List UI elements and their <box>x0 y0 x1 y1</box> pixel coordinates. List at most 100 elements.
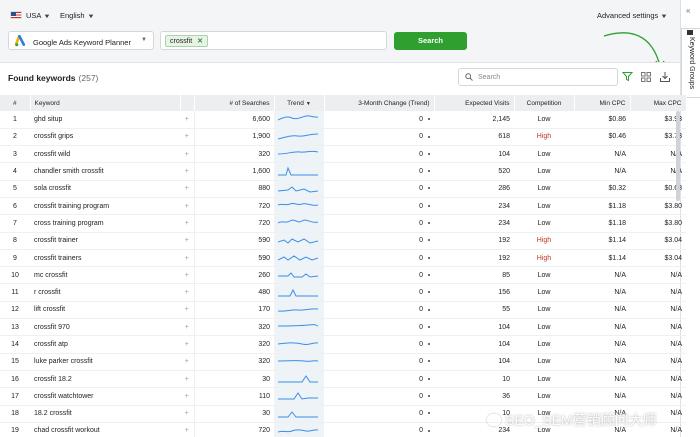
search-button[interactable]: Search <box>394 32 467 50</box>
table-row[interactable]: 9 crossfit trainers +590 0 192 High $1.14 $3.04 <box>0 249 686 268</box>
competition-cell: Low <box>514 197 574 216</box>
col-header-max-cpc[interactable]: Max CPC <box>630 95 687 111</box>
plus-icon[interactable]: + <box>180 145 195 164</box>
plus-icon[interactable]: + <box>180 422 195 437</box>
plus-icon[interactable]: + <box>180 180 195 198</box>
tool-select[interactable]: Google Ads Keyword Planner ▼ <box>8 31 154 50</box>
filter-icon[interactable] <box>622 71 633 82</box>
trend-cell <box>274 283 324 302</box>
trend-cell <box>274 266 324 285</box>
plus-icon[interactable]: + <box>180 249 195 268</box>
keyword-cell[interactable]: ghd situp <box>30 111 180 129</box>
table-row[interactable]: 16 crossfit 18.2 +30 0 10 Low N/A N/A <box>0 370 686 389</box>
collapse-icon[interactable]: « <box>686 6 690 15</box>
trend-sparkline <box>278 392 318 400</box>
col-header-min-cpc[interactable]: Min CPC <box>574 95 631 111</box>
keyword-cell[interactable]: crossfit watchtower <box>30 387 180 406</box>
col-header-competition[interactable]: Competition <box>514 95 575 111</box>
plus-icon[interactable]: + <box>180 387 195 406</box>
change-cell: 0 <box>324 145 434 164</box>
grid-icon[interactable] <box>641 72 651 82</box>
trend-cell <box>274 387 324 406</box>
results-search-input[interactable]: Search <box>458 68 618 86</box>
keyword-cell[interactable]: 18.2 crossfit <box>30 405 180 423</box>
plus-icon[interactable]: + <box>180 214 195 233</box>
keyword-cell[interactable]: lift crossfit <box>30 301 180 320</box>
plus-icon[interactable]: + <box>180 353 195 371</box>
country-selector[interactable]: USA ▼ <box>26 11 51 20</box>
close-icon[interactable]: ✕ <box>197 38 203 45</box>
col-header-trend[interactable]: Trend ▼ <box>274 95 325 111</box>
trend-cell <box>274 128 324 147</box>
table-row[interactable]: 6 crossfit training program +720 0 234 Low $1.… <box>0 197 686 216</box>
table-row[interactable]: 10 mc crossfit +260 0 85 Low N/A N/A <box>0 266 686 285</box>
change-indicator-icon <box>428 291 430 294</box>
plus-icon[interactable]: + <box>180 111 195 129</box>
visits-cell: 2,145 <box>434 111 514 129</box>
results-title-text: Found keywords <box>8 73 76 83</box>
plus-icon[interactable]: + <box>180 370 195 389</box>
visits-cell: 85 <box>434 266 514 285</box>
change-cell: 0 <box>324 301 434 320</box>
table-row[interactable]: 1 ghd situp +6,600 0 2,145 Low $0.86 $3.93 <box>0 111 686 129</box>
plus-icon[interactable]: + <box>180 301 195 320</box>
language-selector[interactable]: English ▼ <box>60 11 94 20</box>
table-row[interactable]: 4 chandler smith crossfit +1,600 0 520 Low N/A… <box>0 162 686 181</box>
col-header-expected-visits[interactable]: Expected Visits <box>434 95 515 111</box>
table-row[interactable]: 8 crossfit trainer +590 0 192 High $1.14 $3.04 <box>0 232 686 250</box>
export-icon[interactable] <box>659 71 671 83</box>
trend-cell <box>274 180 324 198</box>
keyword-cell[interactable]: crossfit training program <box>30 197 180 216</box>
table-row[interactable]: 14 crossfit atp +320 0 104 Low N/A N/A <box>0 335 686 354</box>
keyword-cell[interactable]: cross training program <box>30 214 180 233</box>
table-row[interactable]: 7 cross training program +720 0 234 Low $1.18 $… <box>0 214 686 233</box>
plus-icon[interactable]: + <box>180 318 195 337</box>
col-header-3month-change[interactable]: 3-Month Change (Trend) <box>324 95 435 111</box>
keyword-cell[interactable]: crossfit grips <box>30 128 180 147</box>
keyword-input[interactable]: crossfit ✕ <box>160 31 387 50</box>
advanced-settings-dropdown[interactable]: Advanced settings ▼ <box>597 11 668 20</box>
plus-icon[interactable]: + <box>180 162 195 181</box>
col-header-searches[interactable]: # of Searches <box>194 95 275 111</box>
keyword-cell[interactable]: crossfit 18.2 <box>30 370 180 389</box>
plus-icon[interactable]: + <box>180 197 195 216</box>
keyword-cell[interactable]: chad crossfit workout <box>30 422 180 437</box>
keyword-cell[interactable]: sola crossfit <box>30 180 180 198</box>
table-row[interactable]: 5 sola crossfit +880 0 286 Low $0.32 $0.68 <box>0 180 686 198</box>
keyword-cell[interactable]: crossfit atp <box>30 335 180 354</box>
keyword-cell[interactable]: crossfit 970 <box>30 318 180 337</box>
plus-icon[interactable]: + <box>180 232 195 250</box>
keyword-cell[interactable]: crossfit trainers <box>30 249 180 268</box>
scrollbar[interactable] <box>676 111 680 201</box>
table-row[interactable]: 15 luke parker crossfit +320 0 104 Low N/A N/A <box>0 353 686 371</box>
plus-icon[interactable]: + <box>180 405 195 423</box>
competition-cell: Low <box>514 283 574 302</box>
row-index: 18 <box>0 405 30 423</box>
keyword-cell[interactable]: mc crossfit <box>30 266 180 285</box>
plus-icon[interactable]: + <box>180 283 195 302</box>
keyword-chip: crossfit ✕ <box>165 35 209 47</box>
table-row[interactable]: 3crossfit wild+3200104LowN/AN/A <box>0 145 686 164</box>
table-row[interactable]: 11 r crossfit +480 0 156 Low N/A N/A <box>0 283 686 302</box>
visits-cell: 520 <box>434 162 514 181</box>
keyword-cell[interactable]: luke parker crossfit <box>30 353 180 371</box>
change-indicator-icon <box>428 273 430 276</box>
change-indicator-icon <box>428 222 430 225</box>
plus-icon[interactable]: + <box>180 266 195 285</box>
table-row[interactable]: 12 lift crossfit +170 0 55 Low N/A N/A <box>0 301 686 320</box>
table-row[interactable]: 17 crossfit watchtower +110 0 36 Low N/A N/A <box>0 387 686 406</box>
keyword-cell[interactable]: crossfit trainer <box>30 232 180 250</box>
col-header-index[interactable]: # <box>0 95 31 111</box>
keyword-cell[interactable]: crossfit wild <box>30 145 180 164</box>
plus-icon[interactable]: + <box>180 335 195 354</box>
min-cpc-cell: $1.14 <box>574 249 630 268</box>
us-flag-icon <box>10 11 22 19</box>
table-row[interactable]: 13 crossfit 970 +320 0 104 Low N/A N/A <box>0 318 686 337</box>
visits-cell: 104 <box>434 318 514 337</box>
plus-icon[interactable]: + <box>180 128 195 147</box>
keyword-cell[interactable]: r crossfit <box>30 283 180 302</box>
keyword-cell[interactable]: chandler smith crossfit <box>30 162 180 181</box>
competition-cell: Low <box>514 145 574 164</box>
col-header-keyword[interactable]: Keyword <box>30 95 181 111</box>
table-row[interactable]: 2 crossfit grips +1,900 0 618 High $0.46 $3.73 <box>0 128 686 147</box>
